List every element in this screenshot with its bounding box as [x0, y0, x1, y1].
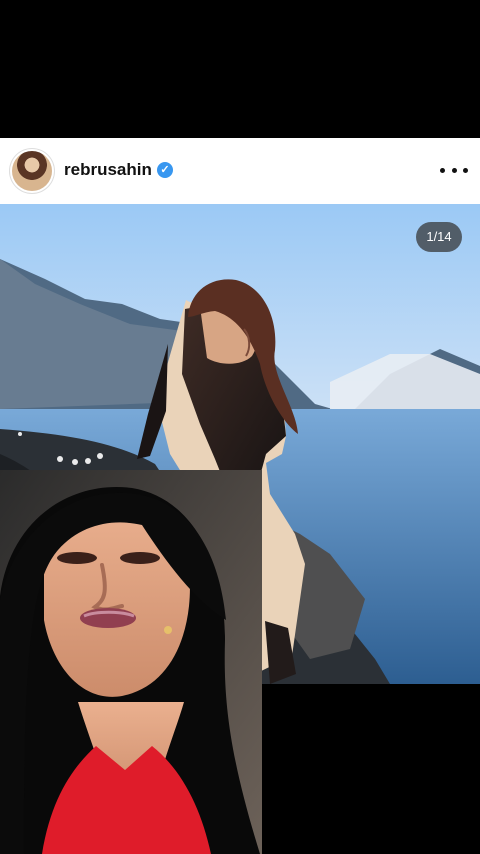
post-header: rebrusahin ✓ [0, 138, 480, 204]
creator-video-overlay [0, 470, 262, 854]
username[interactable]: rebrusahin [64, 160, 152, 180]
woman-speaking-overlay [0, 470, 262, 854]
profile-avatar[interactable] [12, 151, 52, 191]
black-background-panel [262, 684, 480, 854]
image-counter-badge: 1/14 [416, 222, 462, 252]
more-dot-icon [463, 167, 468, 173]
more-options-icon[interactable] [440, 158, 468, 182]
verified-badge-icon: ✓ [157, 162, 173, 178]
more-dot-icon [440, 167, 445, 173]
more-dot-icon [451, 167, 457, 173]
